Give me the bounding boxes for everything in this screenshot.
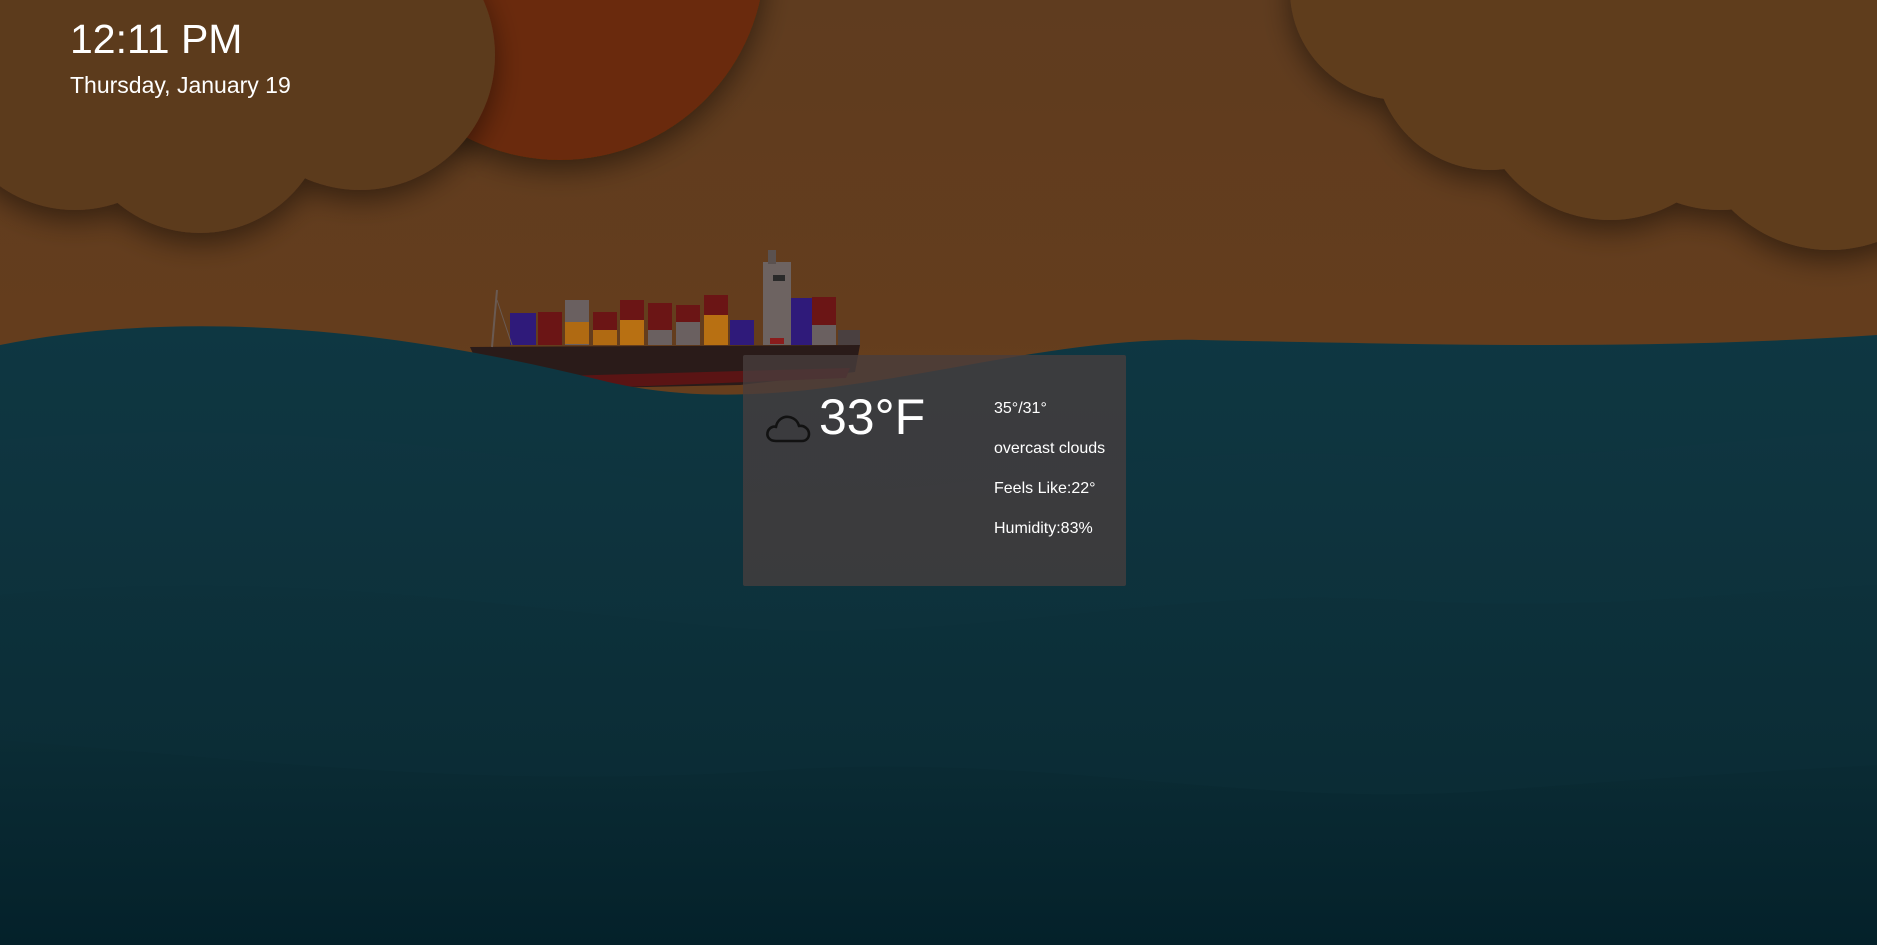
- current-date: Thursday, January 19: [70, 72, 291, 98]
- cloud-icon: [766, 415, 811, 443]
- current-time: 12:11 PM: [70, 16, 243, 62]
- current-temperature: 33°F: [819, 389, 926, 445]
- feels-like: Feels Like:22°: [994, 480, 1096, 497]
- weather-description: overcast clouds: [994, 440, 1106, 457]
- weather-details: 35°/31° overcast clouds Feels Like:22° H…: [994, 399, 1105, 559]
- clock-widget: 12:11 PM Thursday, January 19: [70, 14, 291, 99]
- high-low-temperature: 35°/31°: [994, 400, 1047, 417]
- humidity: Humidity:83%: [994, 520, 1093, 537]
- weather-card: 33°F 35°/31° overcast clouds Feels Like:…: [743, 355, 1126, 586]
